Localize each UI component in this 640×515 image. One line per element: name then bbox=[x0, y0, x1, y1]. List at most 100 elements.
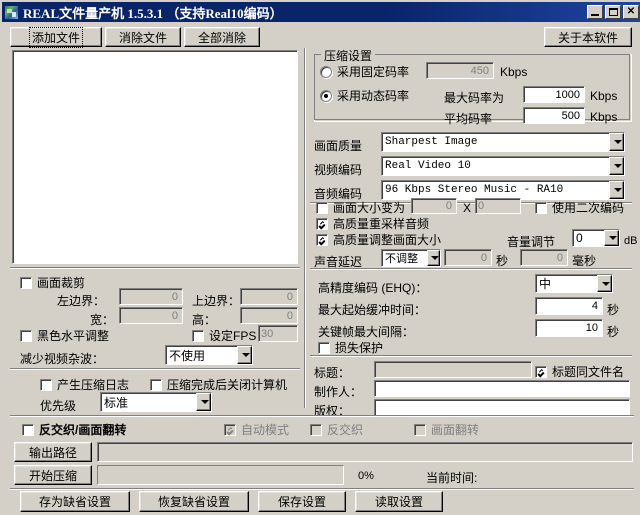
crop-enable-label: 画面裁剪 bbox=[37, 276, 86, 290]
meta-author-input[interactable] bbox=[374, 380, 630, 397]
crop-height-input[interactable]: 0 bbox=[240, 307, 298, 324]
avg-rate-label: 平均码率 bbox=[444, 112, 493, 126]
avg-rate-input[interactable]: 500 bbox=[523, 107, 585, 124]
fixed-rate-input[interactable]: 450 bbox=[426, 62, 494, 79]
auto-mode-label: 自动模式 bbox=[241, 423, 290, 437]
audio-delay-ms-input[interactable]: 0 bbox=[520, 249, 568, 266]
hq-resize-checkbox[interactable]: 高质量调整画面大小 bbox=[316, 231, 441, 248]
save-settings-button[interactable]: 保存设置 bbox=[258, 491, 346, 512]
hq-resample-label: 高质量重采样音频 bbox=[333, 217, 430, 231]
checkbox-box bbox=[318, 341, 330, 354]
chevron-down-icon[interactable] bbox=[196, 393, 211, 411]
loss-protect-checkbox[interactable]: 损失保护 bbox=[318, 339, 383, 356]
meta-copyright-input[interactable] bbox=[374, 399, 630, 416]
flip-checkbox[interactable]: 画面翻转 bbox=[414, 421, 479, 438]
max-rate-input[interactable]: 1000 bbox=[523, 86, 585, 103]
maximize-button[interactable] bbox=[605, 5, 621, 19]
checkbox-box bbox=[40, 378, 52, 391]
file-list[interactable] bbox=[12, 50, 298, 264]
set-fps-checkbox[interactable]: 设定FPS bbox=[192, 327, 256, 344]
add-file-label: 添加文件 bbox=[28, 26, 84, 48]
crop-left-label: 左边界： bbox=[57, 294, 106, 308]
load-settings-button[interactable]: 读取设置 bbox=[355, 491, 443, 512]
volume-unit: dB bbox=[624, 235, 638, 247]
window-title: REAL文件量产机 1.5.3.1 （支持Real10编码） bbox=[23, 5, 283, 21]
checkbox-box bbox=[535, 365, 547, 378]
crop-top-input[interactable]: 0 bbox=[240, 288, 298, 305]
avg-rate-unit: Kbps bbox=[590, 110, 618, 124]
buffer-time-input[interactable]: 4 bbox=[535, 297, 603, 315]
checkbox-box bbox=[414, 423, 426, 436]
chevron-down-icon[interactable] bbox=[427, 250, 440, 266]
meta-title-label: 标题： bbox=[314, 366, 351, 380]
progress-bar bbox=[97, 465, 344, 485]
priority-combo[interactable]: 标准 bbox=[100, 392, 212, 412]
fps-input[interactable]: 30 bbox=[258, 325, 298, 342]
about-button[interactable]: 关于本软件 bbox=[544, 27, 632, 47]
audio-delay-mode-combo[interactable]: 不调整 bbox=[381, 249, 441, 267]
add-file-button[interactable]: 添加文件 bbox=[10, 26, 102, 48]
restore-default-button[interactable]: 恢复缺省设置 bbox=[139, 491, 249, 512]
chevron-down-icon[interactable] bbox=[597, 275, 612, 292]
shutdown-after-checkbox[interactable]: 压缩完成后关闭计算机 bbox=[150, 376, 287, 393]
audio-delay-mode-value: 不调整 bbox=[385, 253, 418, 265]
black-level-checkbox[interactable]: 黑色水平调整 bbox=[20, 327, 109, 344]
checkbox-box bbox=[150, 378, 162, 391]
resize-height-input[interactable]: 0 bbox=[475, 198, 521, 214]
denoise-combo[interactable]: 不使用 bbox=[165, 345, 253, 365]
hq-resize-label: 高质量调整画面大小 bbox=[333, 233, 442, 247]
minimize-icon bbox=[591, 14, 599, 16]
same-as-filename-checkbox[interactable]: 标题同文件名 bbox=[535, 363, 624, 380]
quality-combo[interactable]: Sharpest Image bbox=[381, 132, 625, 152]
deinterlace-enable-checkbox[interactable]: 反交织/画面翻转 bbox=[22, 421, 126, 438]
video-codec-value: Real Video 10 bbox=[385, 160, 471, 172]
crop-left-input[interactable]: 0 bbox=[119, 288, 183, 305]
save-as-default-button[interactable]: 存为缺省设置 bbox=[20, 491, 130, 512]
auto-mode-checkbox[interactable]: 自动模式 bbox=[224, 421, 289, 438]
deinterlace-checkbox[interactable]: 反交织 bbox=[310, 421, 363, 438]
checkbox-box bbox=[20, 276, 32, 289]
chevron-down-icon[interactable] bbox=[609, 181, 624, 199]
resize-checkbox[interactable]: 画面大小变为 bbox=[316, 199, 405, 216]
make-log-checkbox[interactable]: 产生压缩日志 bbox=[40, 376, 129, 393]
dynamic-rate-radio[interactable]: 采用动态码率 bbox=[320, 87, 409, 104]
hq-resample-checkbox[interactable]: 高质量重采样音频 bbox=[316, 215, 429, 232]
fixed-rate-radio[interactable]: 采用固定码率 bbox=[320, 63, 409, 80]
max-rate-label: 最大码率为 bbox=[444, 91, 505, 105]
start-compress-button[interactable]: 开始压缩 bbox=[14, 465, 92, 485]
buffer-time-label: 最大起始缓冲时间： bbox=[318, 303, 427, 317]
chevron-down-icon[interactable] bbox=[604, 230, 619, 246]
crop-top-label: 上边界： bbox=[192, 294, 241, 308]
chevron-down-icon[interactable] bbox=[609, 157, 624, 175]
resize-x-separator: X bbox=[463, 201, 472, 215]
fixed-rate-unit: Kbps bbox=[500, 65, 528, 79]
audio-delay-seconds-unit: 秒 bbox=[496, 254, 509, 268]
audio-delay-seconds-input[interactable]: 0 bbox=[444, 249, 492, 266]
crop-width-input[interactable]: 0 bbox=[119, 307, 183, 324]
quality-label: 画面质量 bbox=[314, 139, 363, 153]
close-button[interactable]: ✕ bbox=[623, 5, 639, 19]
audio-codec-combo[interactable]: 96 Kbps Stereo Music - RA10 bbox=[381, 180, 625, 200]
set-fps-label: 设定FPS bbox=[209, 329, 257, 343]
keyframe-interval-input[interactable]: 10 bbox=[535, 319, 603, 337]
resize-width-input[interactable]: 0 bbox=[411, 198, 457, 214]
maximize-icon bbox=[609, 8, 618, 16]
ehq-combo[interactable]: 中 bbox=[535, 274, 613, 293]
advanced-panel-top-divider bbox=[310, 268, 632, 270]
crop-enable-checkbox[interactable]: 画面裁剪 bbox=[20, 274, 85, 291]
meta-title-input[interactable] bbox=[374, 361, 532, 378]
output-path-button[interactable]: 输出路径 bbox=[14, 442, 92, 462]
minimize-button[interactable] bbox=[587, 5, 603, 19]
remove-file-button[interactable]: 消除文件 bbox=[105, 27, 181, 47]
chevron-down-icon[interactable] bbox=[237, 346, 252, 364]
priority-value: 标准 bbox=[104, 395, 129, 410]
output-path-input[interactable] bbox=[97, 442, 633, 462]
audio-delay-ms-unit: 毫秒 bbox=[572, 254, 597, 268]
checkbox-box bbox=[316, 233, 328, 246]
volume-label: 音量调节 bbox=[507, 235, 556, 249]
video-codec-combo[interactable]: Real Video 10 bbox=[381, 156, 625, 176]
chevron-down-icon[interactable] bbox=[609, 133, 624, 151]
volume-combo[interactable]: 0 bbox=[572, 229, 620, 247]
remove-all-button[interactable]: 全部消除 bbox=[184, 27, 260, 47]
two-pass-checkbox[interactable]: 使用二次编码 bbox=[535, 199, 624, 216]
